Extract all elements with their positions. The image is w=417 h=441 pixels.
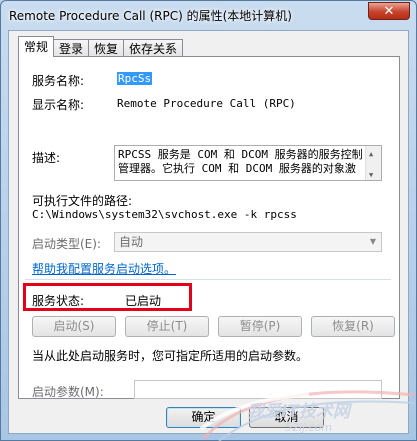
path-label: 可执行文件的路径: bbox=[32, 194, 133, 208]
service-name-label: 服务名称: bbox=[32, 74, 85, 88]
cancel-button[interactable]: 取消 bbox=[249, 407, 324, 428]
start-params-hint: 当从此处启动服务时，您可指定所适用的启动参数。 bbox=[32, 349, 309, 363]
service-name-value[interactable]: RpcSs bbox=[117, 72, 153, 85]
close-icon: ✕ bbox=[383, 3, 395, 19]
tab-recovery[interactable]: 恢复 bbox=[88, 39, 125, 57]
description-line-2: 管理器。它执行 COM 和 DCOM 服务器的对象激 bbox=[118, 162, 356, 175]
description-label: 描述: bbox=[32, 151, 61, 165]
status-highlight-box bbox=[23, 283, 192, 311]
title-bar[interactable]: Remote Procedure Call (RPC) 的属性(本地计算机) ✕ bbox=[1, 1, 416, 29]
divider bbox=[25, 279, 391, 280]
description-line-1: RPCSS 服务是 COM 和 DCOM 服务器的服务控制 bbox=[118, 148, 363, 161]
tab-dependencies[interactable]: 依存关系 bbox=[123, 39, 184, 57]
ok-button[interactable]: 确定 bbox=[166, 407, 241, 428]
pause-button[interactable]: 暂停(P) bbox=[218, 316, 302, 337]
resume-button[interactable]: 恢复(R) bbox=[311, 316, 395, 337]
startup-type-select[interactable]: 自动 ▼ bbox=[114, 232, 382, 252]
stop-button[interactable]: 停止(T) bbox=[125, 316, 209, 337]
start-button[interactable]: 启动(S) bbox=[32, 316, 116, 337]
path-value[interactable]: C:\Windows\system32\svchost.exe -k rpcss bbox=[32, 208, 297, 221]
dialog-client: 常规 登录 恢复 依存关系 服务名称: RpcSs 显示名称: Remote P… bbox=[8, 30, 409, 434]
description-textbox[interactable]: RPCSS 服务是 COM 和 DCOM 服务器的服务控制 管理器。它执行 CO… bbox=[114, 145, 382, 181]
display-name-value[interactable]: Remote Procedure Call (RPC) bbox=[117, 97, 296, 110]
help-configure-link[interactable]: 帮助我配置服务启动选项。 bbox=[32, 260, 176, 277]
startup-type-label: 启动类型(E): bbox=[32, 237, 101, 251]
start-params-label: 启动参数(M): bbox=[32, 385, 104, 399]
description-scrollbar[interactable]: ▲ ▼ bbox=[365, 146, 381, 180]
window-title: Remote Procedure Call (RPC) 的属性(本地计算机) bbox=[9, 9, 292, 23]
tab-strip: 常规 登录 恢复 依存关系 bbox=[18, 36, 184, 57]
start-params-input[interactable] bbox=[134, 380, 382, 399]
scroll-up-icon[interactable]: ▲ bbox=[369, 147, 373, 161]
startup-type-value: 自动 bbox=[119, 235, 144, 249]
general-panel: 服务名称: RpcSs 显示名称: Remote Procedure Call … bbox=[18, 56, 400, 399]
display-name-label: 显示名称: bbox=[32, 98, 85, 112]
chevron-down-icon: ▼ bbox=[369, 237, 376, 246]
scroll-down-icon[interactable]: ▼ bbox=[369, 168, 373, 180]
close-button[interactable]: ✕ bbox=[368, 2, 410, 20]
tab-logon[interactable]: 登录 bbox=[53, 39, 90, 57]
tab-general[interactable]: 常规 bbox=[18, 36, 55, 57]
properties-window: Remote Procedure Call (RPC) 的属性(本地计算机) ✕… bbox=[0, 0, 417, 441]
